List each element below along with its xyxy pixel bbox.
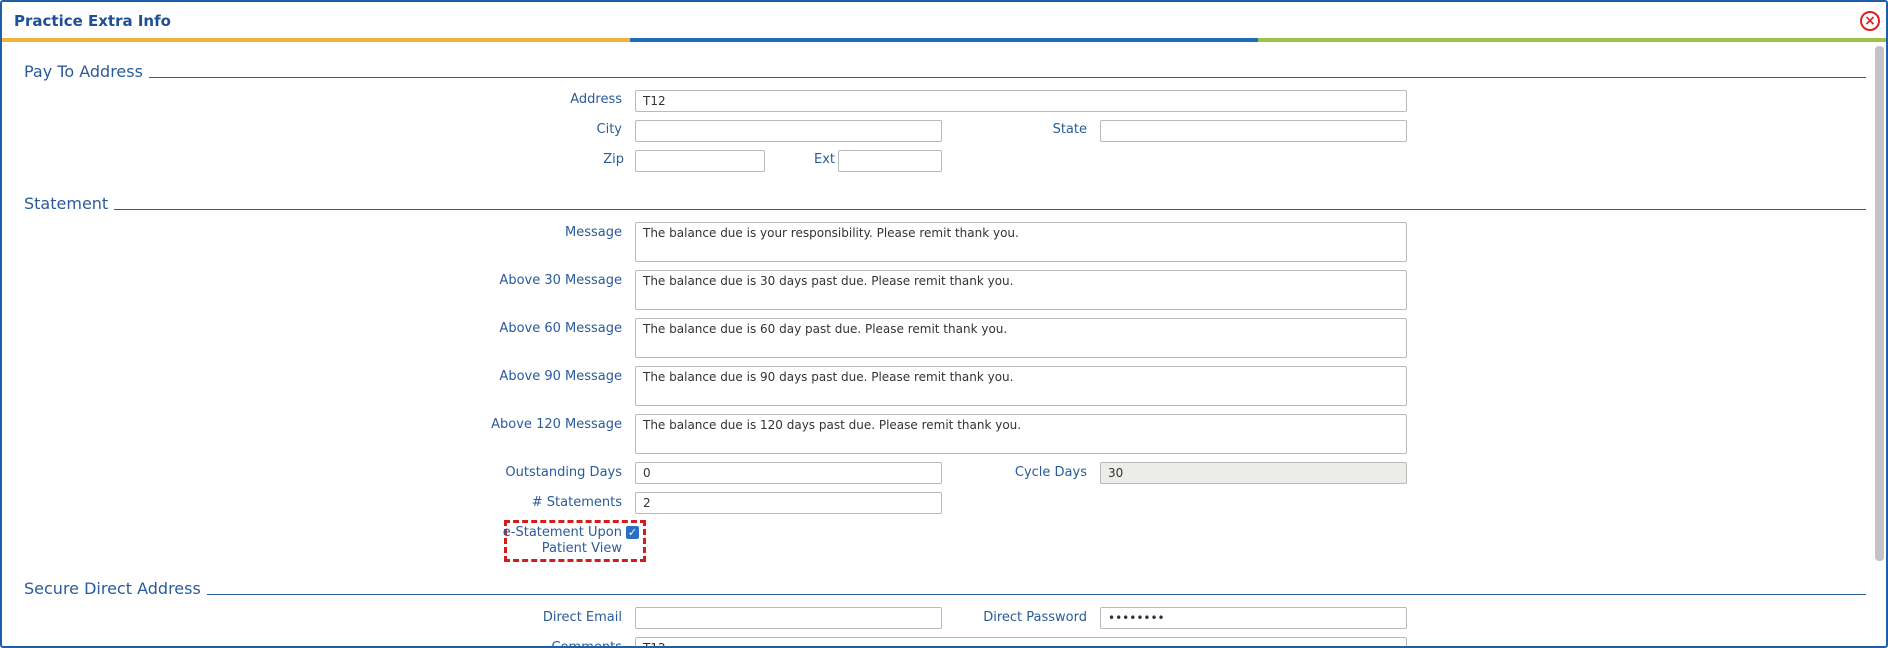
zip-input[interactable] [635, 150, 765, 172]
stripe-green [1258, 38, 1886, 42]
section-title: Pay To Address [24, 62, 149, 81]
section-divider [24, 594, 1866, 595]
cycle-days-label: Cycle Days [1014, 465, 1087, 480]
close-icon[interactable]: × [1860, 11, 1880, 31]
section-title: Secure Direct Address [24, 579, 207, 598]
ext-label: Ext [813, 152, 835, 167]
cycle-days-input: 30 [1100, 462, 1407, 484]
outstanding-days-label: Outstanding Days [505, 465, 622, 480]
section-divider [24, 209, 1866, 210]
stripe-blue [630, 38, 1258, 42]
direct-password-input[interactable]: •••••••• [1100, 607, 1407, 629]
ext-input[interactable] [838, 150, 942, 172]
city-input[interactable] [635, 120, 942, 142]
zip-label: Zip [603, 152, 624, 167]
section-divider [24, 77, 1866, 78]
stripe-orange [2, 38, 630, 42]
comments-input[interactable]: T12 [635, 637, 1407, 646]
statement-section: Statement [24, 194, 1866, 214]
above-60-message-textarea[interactable]: The balance due is 60 day past due. Plea… [635, 318, 1407, 358]
above-120-message-label: Above 120 Message [491, 417, 622, 432]
above-60-message-label: Above 60 Message [499, 321, 622, 336]
outstanding-days-input[interactable]: 0 [635, 462, 942, 484]
above-90-message-label: Above 90 Message [499, 369, 622, 384]
message-textarea[interactable]: The balance due is your responsibility. … [635, 222, 1407, 262]
dialog-title: Practice Extra Info [14, 12, 171, 30]
section-title: Statement [24, 194, 115, 213]
message-label: Message [565, 225, 622, 240]
above-30-message-label: Above 30 Message [499, 273, 622, 288]
practice-extra-info-dialog: Practice Extra Info × Pay To Address Add… [0, 0, 1888, 648]
address-input[interactable]: T12 [635, 90, 1407, 112]
num-statements-input[interactable]: 2 [635, 492, 942, 514]
city-label: City [596, 122, 622, 137]
vertical-scrollbar[interactable] [1875, 46, 1884, 561]
estatement-label-line2: Patient View [541, 541, 622, 556]
header-stripes [2, 38, 1886, 42]
num-statements-label: # Statements [531, 495, 622, 510]
above-120-message-textarea[interactable]: The balance due is 120 days past due. Pl… [635, 414, 1407, 454]
direct-password-label: Direct Password [983, 610, 1087, 625]
pay-to-address-section: Pay To Address [24, 62, 1866, 82]
direct-email-input[interactable] [635, 607, 942, 629]
comments-label: Comments [551, 640, 622, 648]
direct-email-label: Direct Email [542, 610, 622, 625]
state-label: State [1052, 122, 1087, 137]
address-label: Address [570, 92, 622, 107]
estatement-checkbox[interactable]: ✓ [626, 526, 639, 539]
secure-direct-address-section: Secure Direct Address [24, 579, 1866, 599]
above-90-message-textarea[interactable]: The balance due is 90 days past due. Ple… [635, 366, 1407, 406]
above-30-message-textarea[interactable]: The balance due is 30 days past due. Ple… [635, 270, 1407, 310]
estatement-label-line1: e-Statement Upon [502, 525, 622, 540]
state-input[interactable] [1100, 120, 1407, 142]
dialog-titlebar: Practice Extra Info × [2, 2, 1886, 38]
